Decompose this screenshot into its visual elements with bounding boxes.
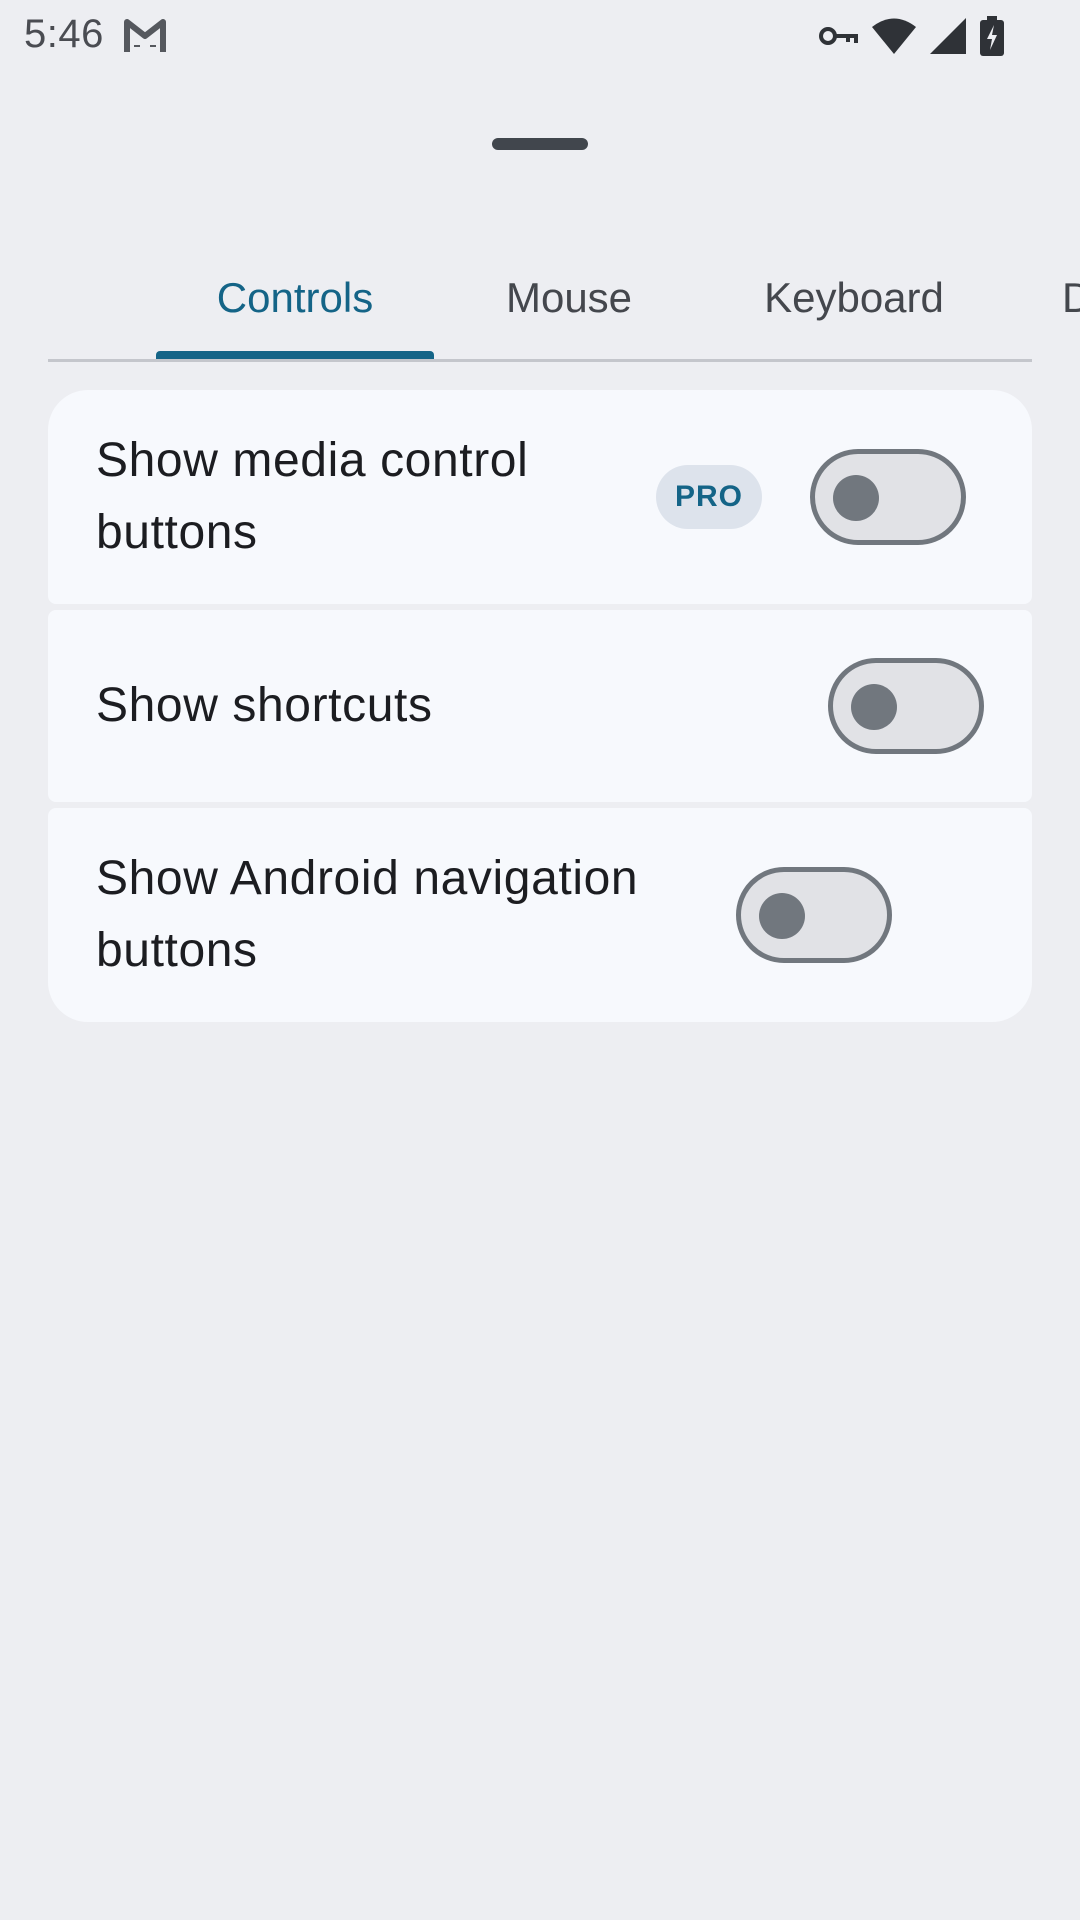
- tab-keyboard[interactable]: Keyboard: [704, 238, 1004, 358]
- wifi-icon: [872, 18, 916, 54]
- setting-label: Show shortcuts: [96, 679, 433, 732]
- tab-bar: Controls Mouse Keyboard D: [0, 238, 1080, 362]
- cell-signal-icon: [930, 18, 966, 54]
- tab-divider: [48, 359, 1032, 362]
- vpn-key-icon: [818, 24, 858, 48]
- switch-thumb: [851, 684, 897, 730]
- setting-media-controls[interactable]: Show media control buttons PRO: [48, 390, 1032, 604]
- tab-partial[interactable]: D: [1062, 238, 1080, 358]
- battery-charging-icon: [980, 16, 1004, 56]
- status-icons: [818, 14, 1004, 58]
- status-time: 5:46: [24, 12, 104, 56]
- setting-label: Show media control buttons: [96, 434, 529, 559]
- media-controls-switch[interactable]: [810, 449, 966, 545]
- selected-tab-indicator: [156, 351, 434, 359]
- pro-badge: PRO: [656, 465, 762, 529]
- setting-label: Show Android navigation buttons: [96, 852, 639, 977]
- shortcuts-switch[interactable]: [828, 658, 984, 754]
- sheet-drag-handle[interactable]: [492, 138, 588, 150]
- android-navigation-switch[interactable]: [736, 867, 892, 963]
- setting-shortcuts[interactable]: Show shortcuts: [48, 610, 1032, 802]
- switch-thumb: [759, 893, 805, 939]
- setting-android-navigation[interactable]: Show Android navigation buttons: [48, 808, 1032, 1022]
- gmail-icon: [124, 18, 166, 54]
- tab-controls[interactable]: Controls: [156, 238, 434, 358]
- status-bar: 5:46: [0, 0, 1080, 72]
- tab-mouse[interactable]: Mouse: [434, 238, 704, 358]
- switch-thumb: [833, 475, 879, 521]
